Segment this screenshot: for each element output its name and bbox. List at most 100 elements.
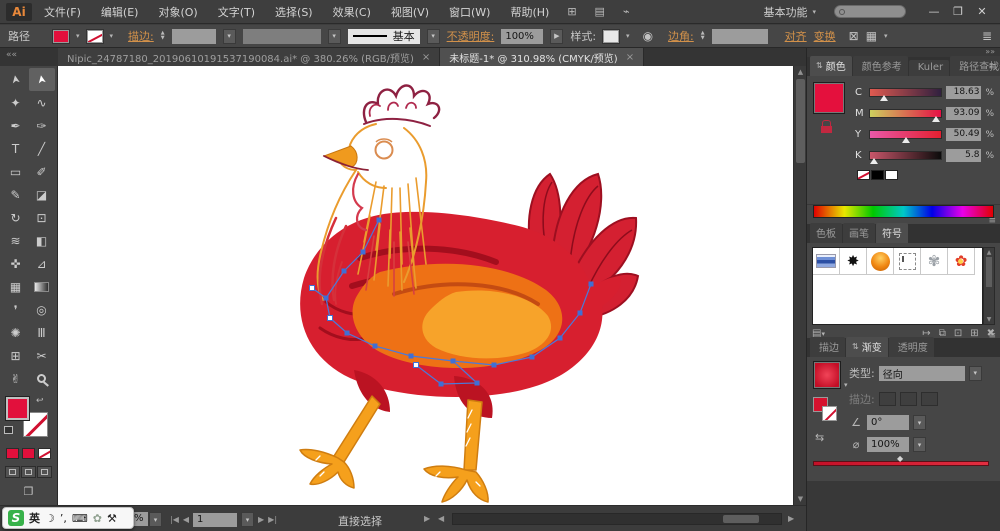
transform-link[interactable]: 变换: [814, 28, 836, 44]
first-artboard-button[interactable]: |◀: [170, 515, 179, 524]
ink-splat-symbol[interactable]: ✸: [840, 248, 867, 275]
stroke-weight-stepper[interactable]: ▲ ▼: [161, 31, 165, 41]
stepper-down-icon[interactable]: ▼: [161, 36, 165, 41]
channel-value-field[interactable]: 93.09: [946, 107, 981, 120]
gradient-aspect-caret[interactable]: ▾: [913, 437, 926, 452]
stroke-weight-caret[interactable]: ▾: [223, 29, 236, 44]
channel-value-field[interactable]: 5.8: [946, 149, 981, 162]
black-swatch[interactable]: [871, 170, 884, 180]
gradient-type-caret[interactable]: ▾: [969, 366, 982, 381]
gradient-preview-swatch[interactable]: [813, 361, 841, 389]
blue-banner-symbol[interactable]: [813, 248, 840, 275]
arrange-documents-icon[interactable]: ▤: [595, 5, 605, 18]
magic-wand-tool[interactable]: ✦: [3, 91, 29, 114]
panel-tab[interactable]: 透明度: [889, 337, 934, 357]
slider-marker-icon[interactable]: [932, 116, 940, 122]
menu-item[interactable]: 选择(S): [275, 4, 313, 20]
gradient-swatch-caret[interactable]: ▾: [844, 381, 848, 389]
panel-tab[interactable]: ⇅ 颜色: [810, 56, 852, 76]
close-button[interactable]: ✕: [970, 5, 994, 18]
zoom-level-caret[interactable]: ▾: [149, 512, 162, 527]
menu-item[interactable]: 视图(V): [391, 4, 429, 20]
rectangle-tool[interactable]: ▭: [3, 160, 29, 183]
wrench-icon[interactable]: ⚒: [107, 512, 117, 525]
menu-item[interactable]: 帮助(H): [510, 4, 549, 20]
menu-item[interactable]: 文件(F): [44, 4, 81, 20]
channel-value-field[interactable]: 50.49: [946, 128, 981, 141]
close-tab-icon[interactable]: ×: [422, 52, 430, 63]
document-tab[interactable]: 未标题-1* @ 310.98% (CMYK/预览) ×: [440, 48, 644, 66]
gradient-tool[interactable]: [29, 275, 55, 298]
horizontal-scrollbar[interactable]: [452, 513, 782, 525]
paintbrush-tool[interactable]: ✐: [29, 160, 55, 183]
slider-track[interactable]: [869, 88, 942, 97]
swap-fill-stroke-icon[interactable]: ↩: [36, 396, 44, 406]
stepper-down-icon[interactable]: ▼: [701, 36, 705, 41]
stroke-gradient-across-button[interactable]: [921, 392, 938, 406]
cs-live-icon[interactable]: ⌁: [623, 5, 630, 18]
opacity-caret[interactable]: ▶: [550, 29, 563, 44]
brush-definition-dropdown[interactable]: 基本: [348, 29, 420, 44]
artboard-tool[interactable]: ⊞: [3, 344, 29, 367]
eraser-tool[interactable]: ◪: [29, 183, 55, 206]
slider-track[interactable]: [869, 109, 942, 118]
gradient-type-dropdown[interactable]: 径向: [879, 366, 965, 381]
rotate-tool[interactable]: ↻: [3, 206, 29, 229]
last-artboard-button[interactable]: ▶|: [268, 515, 277, 524]
panel-tab[interactable]: 色板: [810, 223, 842, 243]
stroke-gradient-along-button[interactable]: [900, 392, 917, 406]
skin-icon[interactable]: ✿: [93, 512, 102, 525]
slider-track[interactable]: [869, 151, 942, 160]
gradient-mode-button[interactable]: [22, 448, 35, 459]
blend-tool[interactable]: ◎: [29, 298, 55, 321]
slider-marker-icon[interactable]: [902, 137, 910, 143]
align-link[interactable]: 对齐: [785, 28, 807, 44]
color-spectrum-bar[interactable]: [813, 205, 994, 218]
screen-mode-button[interactable]: ❐: [0, 485, 57, 498]
eyedropper-tool[interactable]: ❜: [3, 298, 29, 321]
dashed-box-symbol[interactable]: [894, 248, 921, 275]
width-profile-caret[interactable]: ▾: [328, 29, 341, 44]
lasso-tool[interactable]: ∿: [29, 91, 55, 114]
stroke-weight-link[interactable]: 描边:: [128, 28, 154, 44]
type-tool[interactable]: T: [3, 137, 29, 160]
gradient-slider-bar[interactable]: ◆: [813, 461, 989, 466]
scroll-split-left-icon[interactable]: ◀: [438, 514, 444, 523]
panel-tab[interactable]: 颜色参考: [853, 56, 908, 76]
vertical-scrollbar[interactable]: ▲ ▼: [793, 66, 806, 505]
live-paint-bucket-tool[interactable]: ✜: [3, 252, 29, 275]
panel-tab[interactable]: 画笔: [843, 223, 875, 243]
menu-item[interactable]: 效果(C): [333, 4, 371, 20]
gradient-midpoint-icon[interactable]: ◆: [897, 454, 903, 463]
vertical-scroll-thumb[interactable]: [796, 79, 805, 163]
fill-caret-icon[interactable]: ▾: [76, 32, 80, 40]
perspective-grid-tool[interactable]: ⊿: [29, 252, 55, 275]
artboard-canvas[interactable]: [58, 66, 793, 505]
menu-item[interactable]: 文字(T): [218, 4, 255, 20]
zoom-tool[interactable]: [29, 367, 55, 390]
panel-tab[interactable]: 符号: [876, 223, 908, 243]
red-daisy-symbol[interactable]: ✿: [948, 248, 975, 275]
menu-item[interactable]: 对象(O): [158, 4, 197, 20]
chicken-eye[interactable]: [376, 142, 393, 159]
gradient-angle-caret[interactable]: ▾: [913, 415, 926, 430]
corner-stepper[interactable]: ▲ ▼: [701, 31, 705, 41]
isolate-selection-icon[interactable]: ▦: [866, 29, 877, 43]
slider-marker-icon[interactable]: [880, 95, 888, 101]
panel-tab[interactable]: ⇅ 渐变: [846, 337, 888, 357]
none-swatch[interactable]: [857, 170, 870, 180]
isolate-caret-icon[interactable]: ▾: [884, 32, 888, 40]
stroke-color-swatch[interactable]: [87, 30, 103, 43]
horizontal-scroll-thumb[interactable]: [723, 515, 759, 523]
document-tab[interactable]: Nipic_24787180_20190610191537190084.ai* …: [58, 48, 440, 66]
gradient-angle-field[interactable]: 0°: [867, 415, 909, 430]
selection-tool[interactable]: ➤: [3, 68, 29, 91]
scroll-split-right-icon[interactable]: ▶: [424, 514, 430, 523]
previous-artboard-button[interactable]: ◀: [183, 515, 189, 524]
symbols-scrollbar[interactable]: ▲ ▼: [983, 247, 995, 325]
slider-marker-icon[interactable]: [870, 158, 878, 164]
restore-button[interactable]: ❐: [946, 5, 970, 18]
none-mode-button[interactable]: [38, 448, 51, 459]
artboard-caret[interactable]: ▾: [241, 512, 254, 527]
pencil-tool[interactable]: ✎: [3, 183, 29, 206]
